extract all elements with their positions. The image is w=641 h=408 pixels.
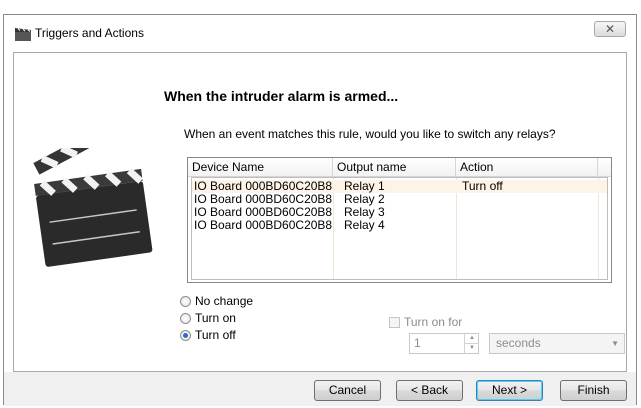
- radio-button[interactable]: [180, 296, 191, 307]
- triggers-actions-dialog: Triggers and Actions ✕ When the intruder…: [3, 14, 637, 406]
- relay-list-body: IO Board 000BD60C20B8 Relay 1 Turn off I…: [191, 177, 608, 280]
- chevron-down-icon: ▼: [611, 339, 619, 348]
- close-button[interactable]: ✕: [594, 21, 626, 37]
- back-button[interactable]: < Back: [396, 380, 463, 401]
- spin-down-icon[interactable]: ▼: [465, 344, 479, 353]
- relay-list[interactable]: Device Name Output name Action IO Board …: [187, 157, 612, 283]
- turn-off-radio[interactable]: Turn off: [180, 327, 236, 343]
- radio-button[interactable]: [180, 313, 191, 324]
- turn-off-label: Turn off: [195, 328, 236, 342]
- relay-list-header: Device Name Output name Action: [188, 158, 611, 177]
- close-icon: ✕: [604, 22, 616, 36]
- wizard-page: When the intruder alarm is armed... When…: [13, 52, 627, 372]
- radio-button-selected[interactable]: [180, 330, 191, 341]
- checkbox[interactable]: [389, 317, 400, 328]
- page-heading: When the intruder alarm is armed...: [164, 88, 399, 104]
- table-row[interactable]: IO Board 000BD60C20B8 Relay 4: [192, 219, 607, 232]
- title-bar[interactable]: Triggers and Actions ✕: [4, 15, 636, 52]
- column-output-name[interactable]: Output name: [333, 158, 456, 176]
- window-title: Triggers and Actions: [35, 26, 144, 40]
- finish-button[interactable]: Finish: [560, 380, 627, 401]
- no-change-radio[interactable]: No change: [180, 293, 253, 309]
- output-name-cell: Relay 4: [344, 218, 385, 232]
- column-device-name[interactable]: Device Name: [188, 158, 333, 176]
- next-button[interactable]: Next >: [476, 380, 543, 401]
- cancel-button[interactable]: Cancel: [314, 380, 381, 401]
- duration-unit-select[interactable]: seconds ▼: [489, 333, 625, 354]
- column-action[interactable]: Action: [456, 158, 598, 176]
- relay-question: When an event matches this rule, would y…: [184, 127, 556, 141]
- spin-up-icon[interactable]: ▲: [465, 334, 479, 344]
- no-change-label: No change: [195, 294, 254, 308]
- action-cell: Turn off: [462, 179, 503, 193]
- turn-on-radio[interactable]: Turn on: [180, 310, 236, 326]
- wizard-footer: Cancel < Back Next > Finish: [4, 372, 636, 406]
- clapperboard-illustration: [33, 148, 153, 267]
- turn-on-label: Turn on: [195, 311, 236, 325]
- device-name-cell: IO Board 000BD60C20B8: [194, 218, 333, 232]
- duration-spinner[interactable]: ▲ ▼: [464, 334, 479, 353]
- turn-on-for-checkbox[interactable]: Turn on for: [389, 315, 462, 329]
- turn-on-for-label: Turn on for: [404, 315, 463, 329]
- duration-unit-value: seconds: [496, 336, 541, 350]
- clapperboard-icon: [15, 27, 31, 41]
